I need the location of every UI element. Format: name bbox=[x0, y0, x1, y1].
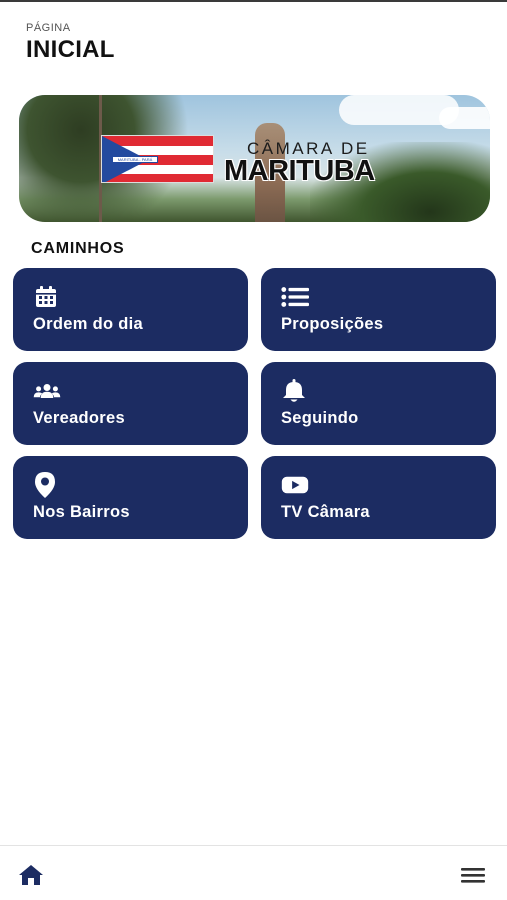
home-icon[interactable] bbox=[18, 863, 44, 887]
page-header: PÁGINA INICIAL bbox=[26, 22, 115, 64]
section-title: CAMINHOS bbox=[31, 240, 125, 257]
seguindo-button[interactable]: Seguindo bbox=[261, 362, 496, 445]
top-divider bbox=[0, 0, 507, 2]
tile-label: Vereadores bbox=[33, 409, 125, 427]
page-subtitle: PÁGINA bbox=[26, 22, 71, 34]
tile-label: Ordem do dia bbox=[33, 315, 143, 333]
users-icon bbox=[33, 378, 61, 404]
tv-camara-button[interactable]: TV Câmara bbox=[261, 456, 496, 539]
nos-bairros-button[interactable]: Nos Bairros bbox=[13, 456, 248, 539]
flag-band: MARITUBA - PARÁ bbox=[112, 156, 158, 163]
tile-label: Proposições bbox=[281, 315, 384, 333]
bottom-navigation bbox=[0, 845, 507, 900]
tile-label: Seguindo bbox=[281, 409, 359, 427]
proposicoes-button[interactable]: Proposições bbox=[261, 268, 496, 351]
banner-cloud bbox=[439, 107, 490, 129]
hamburger-menu-icon[interactable] bbox=[460, 864, 486, 886]
map-pin-icon bbox=[33, 472, 61, 498]
vereadores-button[interactable]: Vereadores bbox=[13, 362, 248, 445]
calendar-icon bbox=[33, 284, 61, 310]
tile-label: Nos Bairros bbox=[33, 503, 130, 521]
ordem-do-dia-button[interactable]: Ordem do dia bbox=[13, 268, 248, 351]
page-title: INICIAL bbox=[26, 36, 115, 63]
camara-banner: MARITUBA - PARÁ CÂMARA DE MARITUBA bbox=[19, 95, 490, 222]
youtube-icon bbox=[281, 472, 309, 498]
banner-line2: MARITUBA bbox=[224, 155, 375, 187]
tile-label: TV Câmara bbox=[281, 503, 370, 521]
marituba-flag: MARITUBA - PARÁ bbox=[101, 135, 214, 183]
list-icon bbox=[281, 284, 309, 310]
bell-icon bbox=[281, 378, 309, 404]
